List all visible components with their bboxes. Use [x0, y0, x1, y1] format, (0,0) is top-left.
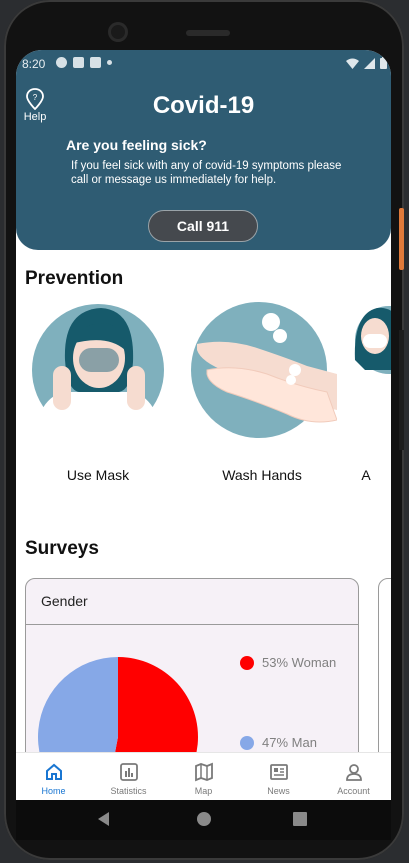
statistics-icon: [119, 763, 138, 781]
prevention-item-mask[interactable]: Use Mask: [23, 300, 173, 483]
recents-icon[interactable]: [293, 812, 307, 826]
nav-statistics[interactable]: Statistics: [91, 753, 166, 800]
signal-icon: [364, 57, 375, 69]
partial-illustration-icon: [354, 306, 391, 374]
nav-statistics-label: Statistics: [110, 786, 147, 796]
dot-icon: [107, 60, 112, 65]
nav-account-label: Account: [337, 786, 370, 796]
sick-message: If you feel sick with any of covid-19 sy…: [71, 160, 342, 186]
nav-account[interactable]: Account: [316, 753, 391, 800]
back-icon[interactable]: [98, 812, 109, 826]
front-camera: [108, 22, 128, 42]
survey-card-title: Gender: [26, 579, 358, 625]
battery-icon: [380, 57, 387, 69]
nav-map[interactable]: Map: [166, 753, 241, 800]
legend-label-man: 47% Man: [262, 735, 317, 750]
legend-item-man: 47% Man: [240, 735, 317, 750]
status-notification-icons: [56, 57, 112, 68]
nav-news[interactable]: News: [241, 753, 316, 800]
app-screen: 8:20 ? Help Covid-19 Are you feeling sic…: [16, 50, 391, 800]
nav-news-label: News: [267, 786, 290, 796]
news-icon: [269, 764, 288, 780]
prevention-title: Prevention: [25, 268, 124, 289]
wifi-icon: [346, 58, 359, 69]
nav-home-label: Home: [41, 786, 66, 796]
header: 8:20 ? Help Covid-19 Are you feeling sic…: [16, 50, 391, 250]
page-title: Covid-19: [152, 92, 255, 119]
sd-card-icon: [90, 57, 101, 68]
app-notification-icon: [56, 57, 67, 68]
prevention-item-partial[interactable]: A: [351, 300, 391, 483]
nav-map-label: Map: [194, 786, 213, 796]
account-icon: [345, 764, 362, 781]
legend-dot-woman: [240, 655, 254, 670]
legend-dot-man: [240, 735, 254, 750]
sick-question: Are you feeling sick?: [66, 137, 207, 153]
call-911-button[interactable]: Call 911: [148, 210, 258, 242]
home-icon: [45, 763, 62, 780]
earpiece-speaker: [186, 30, 230, 36]
volume-button[interactable]: [399, 330, 404, 450]
sim-icon: [73, 57, 84, 68]
wash-hands-illustration-icon: [191, 302, 338, 438]
bottom-navigation: Home Statistics Map News Account: [16, 752, 391, 800]
legend-item-woman: 53% Woman: [240, 655, 336, 670]
status-system-icons: [346, 57, 387, 69]
surveys-title: Surveys: [25, 538, 99, 559]
map-icon: [194, 762, 213, 782]
status-time: 8:20: [22, 57, 46, 71]
system-navigation-bar: [16, 800, 391, 840]
legend-label-woman: 53% Woman: [262, 655, 337, 670]
home-circle-icon[interactable]: [197, 812, 211, 826]
mask-illustration-icon: [32, 304, 164, 450]
prevention-label: A: [361, 467, 371, 483]
prevention-item-wash-hands[interactable]: Wash Hands: [187, 300, 338, 483]
nav-home[interactable]: Home: [16, 753, 91, 800]
power-button[interactable]: [399, 208, 404, 270]
prevention-label: Use Mask: [66, 467, 130, 483]
status-bar: 8:20: [16, 56, 391, 74]
